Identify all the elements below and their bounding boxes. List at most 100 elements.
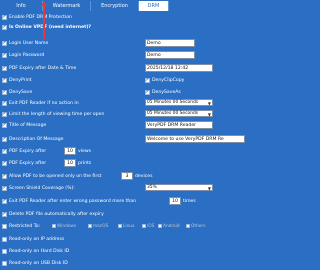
read-only-hdd-checkbox[interactable] <box>2 248 7 254</box>
description-message-label: Description Of Message <box>9 136 64 142</box>
screen-shield-checkbox[interactable]: ✓ <box>2 185 7 191</box>
deny-save-as-checkbox[interactable]: ✓ <box>145 89 150 95</box>
title-message-checkbox[interactable]: ✓ <box>2 122 7 128</box>
allow-devices-suffix: devices <box>135 173 153 179</box>
limit-viewing-label: Limit the length of viewing time per ope… <box>9 111 105 117</box>
drm-panel: ✓ Enable PDF DRM Protection ✓ Is Online … <box>0 11 270 270</box>
login-user-label: Login User Name <box>9 40 49 46</box>
wrong-password-checkbox[interactable]: ✓ <box>2 198 7 204</box>
login-user-field[interactable]: Demo <box>145 39 195 47</box>
os-linux-label: Linux <box>123 223 135 229</box>
os-android-checkbox[interactable] <box>158 224 162 228</box>
os-windows[interactable]: Windows <box>52 222 76 230</box>
allow-devices-label: Allow PDF to be opened only on the first <box>9 173 102 179</box>
expiry-date-row: ✓ PDF Expiry after Date & Time <box>2 64 76 72</box>
deny-save-as-label: DenySaveAs <box>152 89 181 95</box>
os-linux-checkbox[interactable] <box>118 224 122 228</box>
tab-info[interactable]: Info <box>0 1 43 11</box>
exit-no-action-row: ✓ Exit PDF Reader if no action in <box>2 99 79 107</box>
allow-devices-checkbox[interactable]: ✓ <box>2 173 7 179</box>
os-windows-checkbox[interactable] <box>52 224 56 228</box>
os-ios[interactable]: iOS <box>142 222 154 230</box>
limit-viewing-checkbox[interactable]: ✓ <box>2 111 7 117</box>
exit-no-action-checkbox[interactable]: ✓ <box>2 100 7 106</box>
read-only-hdd-label: Read-only on Hard Disk ID <box>9 248 70 254</box>
expiry-date-checkbox[interactable]: ✓ <box>2 65 7 71</box>
deny-save-label: DenySave <box>9 89 33 95</box>
online-vpdf-checkbox[interactable]: ✓ <box>2 24 7 30</box>
allow-devices-field[interactable]: 3 <box>121 172 133 180</box>
os-windows-label: Windows <box>57 223 77 229</box>
tab-drm[interactable]: DRM <box>139 1 169 11</box>
os-others-label: Others <box>191 223 206 229</box>
expiry-prints-label: PDF Expiry after <box>9 160 47 166</box>
screen-shield-label: Screen Shield Coverage (%): <box>9 185 75 191</box>
enable-drm-label: Enable PDF DRM Protection <box>9 14 72 20</box>
wrong-password-suffix: times <box>183 198 196 204</box>
os-macos-checkbox[interactable] <box>88 224 92 228</box>
tab-encryption[interactable]: Encryption <box>91 1 139 11</box>
tab-bar-filler <box>169 1 270 11</box>
expiry-views-field[interactable]: 10 <box>64 147 76 155</box>
exit-no-action-value: 05 Minutes 00 Seconds <box>147 100 199 105</box>
chevron-down-icon: ▼ <box>207 186 211 191</box>
tab-watermark[interactable]: Watermark <box>43 1 91 11</box>
online-vpdf-label: Is Online VPDF (need internet)? <box>9 24 92 30</box>
description-message-row: ✓ Description Of Message <box>2 135 63 143</box>
read-only-ip-row: Read-only on IP address <box>2 235 64 243</box>
os-ios-checkbox[interactable] <box>142 224 146 228</box>
login-user-checkbox[interactable]: ✓ <box>2 40 7 46</box>
screen-shield-row: ✓ Screen Shield Coverage (%): <box>2 184 75 192</box>
os-linux[interactable]: Linux <box>118 222 135 230</box>
login-password-checkbox[interactable]: ✓ <box>2 52 7 58</box>
online-vpdf-row: ✓ Is Online VPDF (need internet)? <box>2 23 91 31</box>
delete-after-expiry-label: Delete PDF file automatically after expi… <box>9 211 104 217</box>
expiry-prints-suffix: prints <box>78 160 92 166</box>
read-only-usb-checkbox[interactable] <box>2 260 7 266</box>
chevron-down-icon: ▼ <box>207 112 211 117</box>
deny-save-row: ✓ DenySave <box>2 88 32 96</box>
limit-viewing-select[interactable]: 05 Minutes 00 Seconds ▼ <box>145 110 213 117</box>
expiry-date-label: PDF Expiry after Date & Time <box>9 65 77 71</box>
exit-no-action-select[interactable]: 05 Minutes 00 Seconds ▼ <box>145 99 213 106</box>
wrong-password-field[interactable]: 10 <box>169 197 181 205</box>
read-only-ip-checkbox[interactable] <box>2 236 7 242</box>
expiry-prints-field[interactable]: 10 <box>64 159 76 167</box>
read-only-usb-row: Read-only on USB Disk ID <box>2 259 68 267</box>
wrong-password-label: Exit PDF Reader after enter wrong passwo… <box>9 198 137 204</box>
os-options: Windows macOS Linux iOS Android Others <box>52 222 252 230</box>
deny-print-checkbox[interactable]: ✓ <box>2 77 7 83</box>
delete-after-expiry-checkbox[interactable]: ✓ <box>2 211 7 217</box>
login-password-label: Login Password <box>9 52 45 58</box>
screen-shield-select[interactable]: 35% ▼ <box>145 184 213 191</box>
screen-shield-value: 35% <box>147 185 157 190</box>
os-others-checkbox[interactable] <box>186 224 190 228</box>
allow-devices-row: ✓ Allow PDF to be opened only on the fir… <box>2 172 101 180</box>
deny-print-row: ✓ DenyPrint <box>2 76 32 84</box>
deny-clip-copy-label: DenyClipCopy <box>152 77 185 83</box>
description-message-checkbox[interactable]: ✓ <box>2 136 7 142</box>
enable-drm-row: ✓ Enable PDF DRM Protection <box>2 13 72 21</box>
os-android-label: Android <box>163 223 180 229</box>
deny-clip-copy-checkbox[interactable]: ✓ <box>145 77 150 83</box>
deny-save-checkbox[interactable]: ✓ <box>2 89 7 95</box>
expiry-date-field[interactable]: 2025/12/18 12:42 <box>145 64 213 72</box>
description-message-field[interactable]: Welcome to use VeryPDF DRM Re <box>145 135 245 143</box>
login-password-field[interactable]: Demo <box>145 51 195 59</box>
expiry-prints-checkbox[interactable]: ✓ <box>2 160 7 166</box>
chevron-down-icon: ▼ <box>207 101 211 106</box>
read-only-ip-label: Read-only on IP address <box>9 236 65 242</box>
expiry-views-row: ✓ PDF Expiry after <box>2 147 46 155</box>
os-macos[interactable]: macOS <box>88 222 108 230</box>
enable-drm-checkbox[interactable]: ✓ <box>2 14 7 20</box>
os-android[interactable]: Android <box>158 222 180 230</box>
restricted-to-checkbox[interactable] <box>2 223 7 229</box>
expiry-views-checkbox[interactable]: ✓ <box>2 148 7 154</box>
title-message-field[interactable]: VeryPDF DRM Reader <box>145 121 213 129</box>
os-others[interactable]: Others <box>186 222 205 230</box>
restricted-to-row: Restricted To: <box>2 222 40 230</box>
delete-after-expiry-row: ✓ Delete PDF file automatically after ex… <box>2 210 104 218</box>
wrong-password-row: ✓ Exit PDF Reader after enter wrong pass… <box>2 197 136 205</box>
login-user-row: ✓ Login User Name <box>2 39 48 47</box>
deny-clip-copy-row: ✓ DenyClipCopy <box>145 76 184 84</box>
